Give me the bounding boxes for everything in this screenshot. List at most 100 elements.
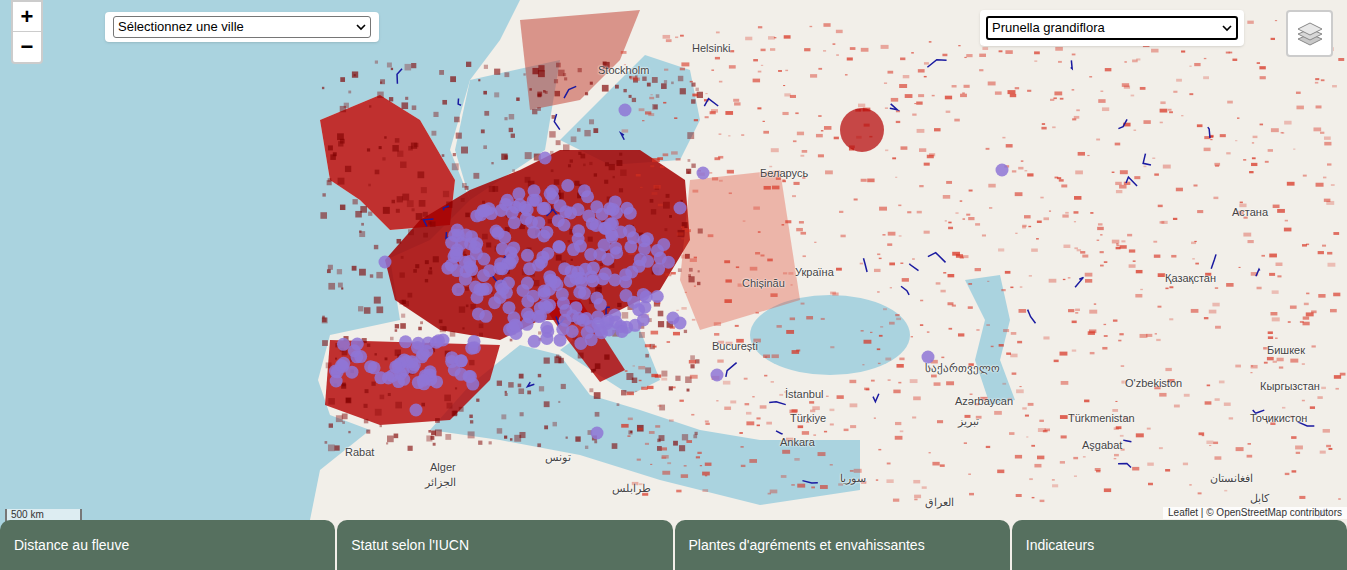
occurrence-marker[interactable]: [543, 299, 556, 312]
occurrence-marker[interactable]: [498, 231, 511, 244]
occurrence-marker[interactable]: [509, 318, 522, 331]
occurrence-marker[interactable]: [517, 284, 530, 297]
occurrence-marker[interactable]: [410, 404, 423, 417]
occurrence-marker[interactable]: [652, 263, 665, 276]
occurrence-marker[interactable]: [408, 358, 421, 371]
occurrence-marker[interactable]: [496, 262, 509, 275]
occurrence-marker[interactable]: [603, 202, 616, 215]
occurrence-marker[interactable]: [996, 164, 1009, 177]
tab[interactable]: Distance au fleuve: [0, 520, 335, 570]
occurrence-marker[interactable]: [553, 241, 566, 254]
occurrence-marker[interactable]: [521, 318, 534, 331]
occurrence-marker[interactable]: [389, 360, 402, 373]
zoom-out-button[interactable]: −: [13, 32, 41, 62]
occurrence-marker[interactable]: [540, 332, 553, 345]
occurrence-marker[interactable]: [532, 259, 545, 272]
occurrence-marker[interactable]: [667, 312, 680, 325]
occurrence-marker[interactable]: [534, 310, 547, 323]
tab[interactable]: Plantes d'agréments et envahissantes: [675, 520, 1010, 570]
occurrence-marker[interactable]: [411, 341, 424, 354]
occurrence-marker[interactable]: [598, 222, 611, 235]
occurrence-marker[interactable]: [561, 179, 574, 192]
occurrence-marker[interactable]: [460, 265, 473, 278]
occurrence-marker[interactable]: [330, 374, 343, 387]
occurrence-marker[interactable]: [591, 427, 604, 440]
occurrence-marker[interactable]: [538, 202, 551, 215]
occurrence-marker[interactable]: [399, 335, 412, 348]
occurrence-marker[interactable]: [441, 262, 454, 275]
occurrence-marker[interactable]: [697, 167, 710, 180]
occurrence-marker[interactable]: [590, 292, 603, 305]
occurrence-marker[interactable]: [574, 240, 587, 253]
city-select[interactable]: Sélectionnez une ville: [113, 16, 371, 38]
occurrence-marker[interactable]: [627, 231, 640, 244]
occurrence-marker[interactable]: [477, 269, 490, 282]
occurrence-marker[interactable]: [581, 190, 594, 203]
occurrence-marker[interactable]: [539, 152, 552, 165]
species-select[interactable]: Prunella grandiflora: [986, 16, 1238, 40]
occurrence-marker[interactable]: [556, 288, 569, 301]
occurrence-marker[interactable]: [581, 326, 594, 339]
occurrence-marker[interactable]: [558, 262, 571, 275]
occurrence-marker[interactable]: [445, 351, 458, 364]
tab[interactable]: Statut selon l'IUCN: [337, 520, 672, 570]
occurrence-marker[interactable]: [559, 205, 572, 218]
occurrence-marker[interactable]: [624, 207, 637, 220]
occurrence-marker[interactable]: [477, 204, 490, 217]
occurrence-marker[interactable]: [464, 237, 477, 250]
occurrence-marker[interactable]: [572, 224, 585, 237]
occurrence-marker[interactable]: [469, 281, 482, 294]
occurrence-marker[interactable]: [337, 357, 350, 370]
occurrence-marker[interactable]: [537, 230, 550, 243]
occurrence-marker[interactable]: [544, 187, 557, 200]
occurrence-marker[interactable]: [364, 360, 377, 373]
occurrence-marker[interactable]: [610, 316, 623, 329]
occurrence-marker[interactable]: [566, 325, 579, 338]
occurrence-marker[interactable]: [557, 219, 570, 232]
occurrence-marker[interactable]: [379, 256, 392, 269]
occurrence-marker[interactable]: [506, 206, 519, 219]
occurrence-marker[interactable]: [577, 314, 590, 327]
occurrence-marker[interactable]: [641, 255, 654, 268]
map-canvas[interactable]: [0, 0, 1347, 570]
occurrence-marker[interactable]: [674, 202, 687, 215]
occurrence-marker[interactable]: [638, 242, 651, 255]
occurrence-marker[interactable]: [501, 194, 514, 207]
occurrence-marker[interactable]: [651, 290, 664, 303]
occurrence-marker[interactable]: [337, 338, 350, 351]
occurrence-marker[interactable]: [437, 334, 450, 347]
occurrence-marker[interactable]: [586, 217, 599, 230]
occurrence-marker[interactable]: [541, 247, 554, 260]
occurrence-marker[interactable]: [610, 246, 623, 259]
occurrence-marker[interactable]: [528, 335, 541, 348]
occurrence-marker[interactable]: [521, 249, 534, 262]
occurrence-marker[interactable]: [552, 240, 565, 253]
occurrence-marker[interactable]: [586, 275, 599, 288]
occurrence-marker[interactable]: [619, 104, 632, 117]
occurrence-marker[interactable]: [711, 369, 724, 382]
occurrence-marker[interactable]: [619, 268, 632, 281]
occurrence-marker[interactable]: [417, 374, 430, 387]
occurrence-marker[interactable]: [488, 296, 501, 309]
occurrence-marker[interactable]: [348, 344, 361, 357]
tab[interactable]: Indicateurs: [1012, 520, 1347, 570]
occurrence-marker[interactable]: [528, 184, 541, 197]
occurrence-marker[interactable]: [465, 342, 478, 355]
occurrence-marker[interactable]: [451, 243, 464, 256]
occurrence-marker[interactable]: [599, 267, 612, 280]
occurrence-marker[interactable]: [463, 370, 476, 383]
occurrence-marker[interactable]: [502, 276, 515, 289]
occurrence-marker[interactable]: [382, 371, 395, 384]
occurrence-marker[interactable]: [559, 314, 572, 327]
zoom-in-button[interactable]: +: [13, 2, 41, 32]
occurrence-marker[interactable]: [548, 275, 561, 288]
occurrence-marker[interactable]: [538, 287, 551, 300]
occurrence-marker[interactable]: [512, 187, 525, 200]
occurrence-marker[interactable]: [654, 252, 667, 265]
occurrence-marker[interactable]: [922, 351, 935, 364]
layers-button[interactable]: [1286, 10, 1333, 57]
occurrence-marker[interactable]: [479, 310, 492, 323]
occurrence-marker[interactable]: [629, 319, 642, 332]
occurrence-marker[interactable]: [632, 303, 645, 316]
occurrence-marker[interactable]: [591, 317, 604, 330]
